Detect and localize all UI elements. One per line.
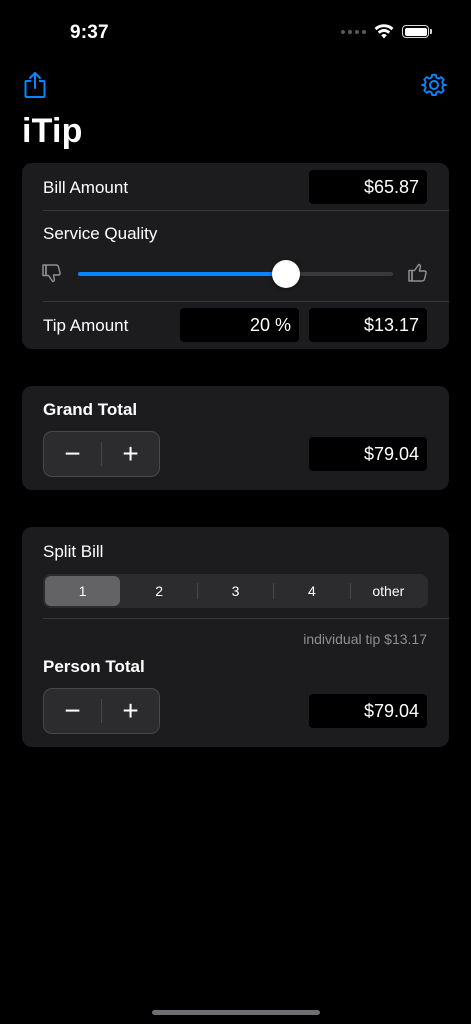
decrement-button[interactable]: −: [44, 432, 101, 476]
service-quality-label: Service Quality: [43, 224, 158, 243]
bill-amount-field[interactable]: $65.87: [309, 170, 427, 204]
grand-total-label: Grand Total: [43, 400, 138, 419]
thumbs-down-icon: [42, 264, 61, 283]
wifi-icon: [374, 24, 394, 39]
grand-total-card: Grand Total − + $79.04: [22, 386, 449, 490]
increment-button[interactable]: +: [102, 689, 159, 733]
share-icon: [24, 72, 46, 98]
cellular-signal-icon: [341, 29, 366, 34]
divider: [43, 618, 449, 619]
split-bill-label: Split Bill: [43, 542, 104, 561]
tip-amount-label: Tip Amount: [43, 316, 129, 335]
person-total-label: Person Total: [43, 657, 145, 676]
grand-total-field[interactable]: $79.04: [309, 437, 427, 471]
tip-percent-field[interactable]: 20 %: [180, 308, 299, 342]
slider-thumb[interactable]: [271, 260, 300, 288]
divider: [43, 301, 449, 302]
segment-2[interactable]: 2: [121, 576, 196, 606]
segment-other[interactable]: other: [351, 576, 426, 606]
thumbs-up-icon: [408, 263, 427, 282]
status-icons: [341, 24, 432, 39]
person-total-field[interactable]: $79.04: [309, 694, 427, 728]
home-indicator[interactable]: [152, 1010, 320, 1015]
battery-icon: [402, 25, 432, 38]
bill-card: Bill Amount $65.87 Service Quality Tip A…: [22, 163, 449, 349]
split-bill-card: Split Bill 1 2 3 4 other individual tip …: [22, 527, 449, 747]
status-time: 9:37: [70, 22, 109, 43]
decrement-button[interactable]: −: [44, 689, 101, 733]
segment-4[interactable]: 4: [274, 576, 349, 606]
service-quality-slider[interactable]: [78, 260, 393, 288]
share-button[interactable]: [20, 70, 50, 100]
segment-3[interactable]: 3: [198, 576, 273, 606]
tip-amount-field[interactable]: $13.17: [309, 308, 427, 342]
split-segmented-control[interactable]: 1 2 3 4 other: [43, 574, 428, 608]
bill-amount-label: Bill Amount: [43, 178, 129, 197]
grand-total-stepper[interactable]: − +: [43, 431, 160, 477]
divider: [43, 210, 449, 211]
settings-button[interactable]: [419, 70, 449, 100]
increment-button[interactable]: +: [102, 432, 159, 476]
page-title: iTip: [22, 112, 83, 150]
segment-1[interactable]: 1: [45, 576, 121, 606]
gear-icon: [421, 73, 447, 97]
individual-tip-caption: individual tip $13.17: [303, 631, 427, 647]
slider-fill: [78, 272, 286, 276]
screen: 9:37 iTip Bill Amount $65.87 Service Qua…: [0, 0, 471, 1024]
person-total-stepper[interactable]: − +: [43, 688, 160, 734]
